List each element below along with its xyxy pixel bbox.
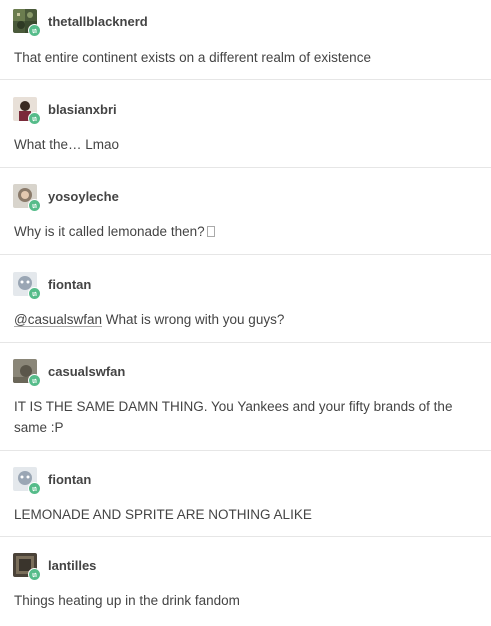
reblog-icon xyxy=(28,374,41,387)
avatar[interactable] xyxy=(13,359,41,387)
post-username[interactable]: fiontan xyxy=(48,277,91,293)
reblog-icon xyxy=(28,287,41,300)
thread-post: blasianxbri What the… Lmao xyxy=(0,80,491,168)
post-text: That entire continent exists on a differ… xyxy=(14,50,371,65)
thread-post: thetallblacknerd That entire continent e… xyxy=(0,0,491,80)
post-header: fiontan xyxy=(12,255,479,300)
avatar[interactable] xyxy=(13,553,41,581)
avatar[interactable] xyxy=(13,184,41,212)
post-text: Things heating up in the drink fandom xyxy=(14,593,240,608)
thread-post: fiontan @casualswfan What is wrong with … xyxy=(0,255,491,343)
post-header: yosoyleche xyxy=(12,168,479,212)
post-username[interactable]: blasianxbri xyxy=(48,102,117,118)
thread-post: casualswfan IT IS THE SAME DAMN THING. Y… xyxy=(0,343,491,451)
thread-post: fiontan LEMONADE AND SPRITE ARE NOTHING … xyxy=(0,451,491,537)
post-header: fiontan xyxy=(12,451,479,495)
post-username[interactable]: lantilles xyxy=(48,558,96,574)
avatar[interactable] xyxy=(13,9,41,37)
post-text-content: What is wrong with you guys? xyxy=(102,312,285,327)
post-username[interactable]: thetallblacknerd xyxy=(48,14,148,30)
avatar[interactable] xyxy=(13,467,41,495)
post-text: What the… Lmao xyxy=(14,137,120,152)
missing-glyph-icon xyxy=(206,226,215,237)
mention-link[interactable]: @casualswfan xyxy=(14,312,102,327)
post-header: casualswfan xyxy=(12,343,479,387)
post-username[interactable]: casualswfan xyxy=(48,364,125,380)
reblog-icon xyxy=(28,112,41,125)
reblog-icon xyxy=(28,482,41,495)
thread-post: yosoyleche Why is it called lemonade the… xyxy=(0,168,491,255)
post-text-content: Why is it called lemonade then? xyxy=(14,224,205,239)
post-header: thetallblacknerd xyxy=(12,0,479,37)
post-header: lantilles xyxy=(12,537,479,581)
avatar[interactable] xyxy=(13,272,41,300)
avatar[interactable] xyxy=(13,97,41,125)
reblog-icon xyxy=(28,24,41,37)
post-text: Why is it called lemonade then? xyxy=(12,210,479,257)
reblog-icon xyxy=(28,568,41,581)
post-text: IT IS THE SAME DAMN THING. You Yankees a… xyxy=(14,399,453,435)
post-username[interactable]: fiontan xyxy=(48,472,91,488)
post-header: blasianxbri xyxy=(12,80,479,125)
post-text: @casualswfan What is wrong with you guys… xyxy=(12,298,479,345)
reblog-icon xyxy=(28,199,41,212)
thread-post: lantilles Things heating up in the drink… xyxy=(0,537,491,617)
post-text: LEMONADE AND SPRITE ARE NOTHING ALIKE xyxy=(14,507,312,522)
reblog-thread: thetallblacknerd That entire continent e… xyxy=(0,0,491,617)
post-username[interactable]: yosoyleche xyxy=(48,189,119,205)
